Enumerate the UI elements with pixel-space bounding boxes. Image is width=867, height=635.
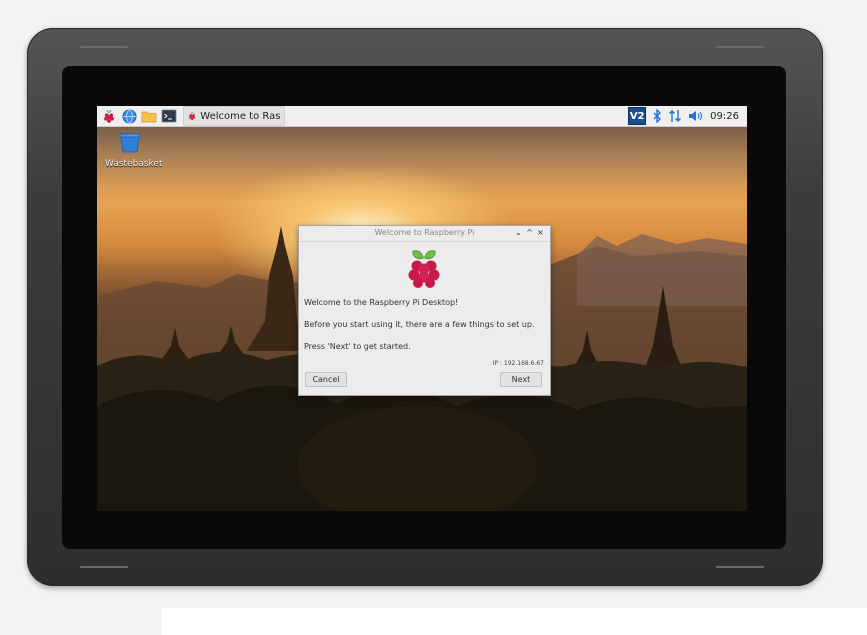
- folder-icon[interactable]: [141, 108, 157, 124]
- close-button[interactable]: ×: [535, 227, 546, 239]
- globe-icon[interactable]: [121, 108, 137, 124]
- raspberry-icon: [188, 111, 196, 121]
- welcome-dialog: Welcome to Raspberry Pi ⌄ ^ × Welcome to…: [298, 225, 551, 396]
- desktop-icon-label: Wastebasket: [105, 159, 163, 169]
- ip-address: IP : 192.168.6.67: [492, 360, 544, 367]
- welcome-text: Welcome to the Raspberry Pi Desktop!: [304, 298, 459, 307]
- wastebasket-icon: [119, 133, 141, 153]
- vnc-icon[interactable]: V2: [628, 107, 647, 125]
- bezel-vent-bottom-right: [716, 566, 764, 568]
- raspberry-pi-logo: [408, 250, 440, 288]
- window-controls: ⌄ ^ ×: [513, 227, 546, 239]
- bluetooth-icon[interactable]: [652, 109, 662, 123]
- maximize-button[interactable]: ^: [524, 227, 535, 239]
- setup-text: Before you start using it, there are a f…: [304, 320, 535, 329]
- bezel-vent-bottom-left: [80, 566, 128, 568]
- desktop-icon-wastebasket[interactable]: Wastebasket: [105, 133, 163, 169]
- taskbar: Welcome to Raspberr... V2: [97, 106, 747, 127]
- clock[interactable]: 09:26: [710, 111, 739, 122]
- volume-icon[interactable]: [688, 110, 704, 122]
- cancel-button[interactable]: Cancel: [305, 372, 347, 387]
- desktop-screen: Welcome to Raspberr... V2: [97, 106, 747, 511]
- network-updown-icon[interactable]: [668, 109, 682, 123]
- bezel-vent-right: [716, 46, 764, 48]
- raspberry-menu-icon[interactable]: [101, 108, 117, 124]
- background-strip: [162, 608, 867, 635]
- dialog-titlebar[interactable]: Welcome to Raspberry Pi ⌄ ^ ×: [299, 226, 550, 242]
- terminal-icon[interactable]: [161, 108, 177, 124]
- bezel-vent-left: [80, 46, 128, 48]
- taskbar-window-label: Welcome to Raspberr...: [200, 110, 280, 122]
- next-button[interactable]: Next: [500, 372, 542, 387]
- next-hint-text: Press 'Next' to get started.: [304, 342, 411, 351]
- minimize-button[interactable]: ⌄: [513, 227, 524, 239]
- system-tray: V2 09:26: [628, 106, 747, 126]
- taskbar-window-button[interactable]: Welcome to Raspberr...: [183, 106, 285, 126]
